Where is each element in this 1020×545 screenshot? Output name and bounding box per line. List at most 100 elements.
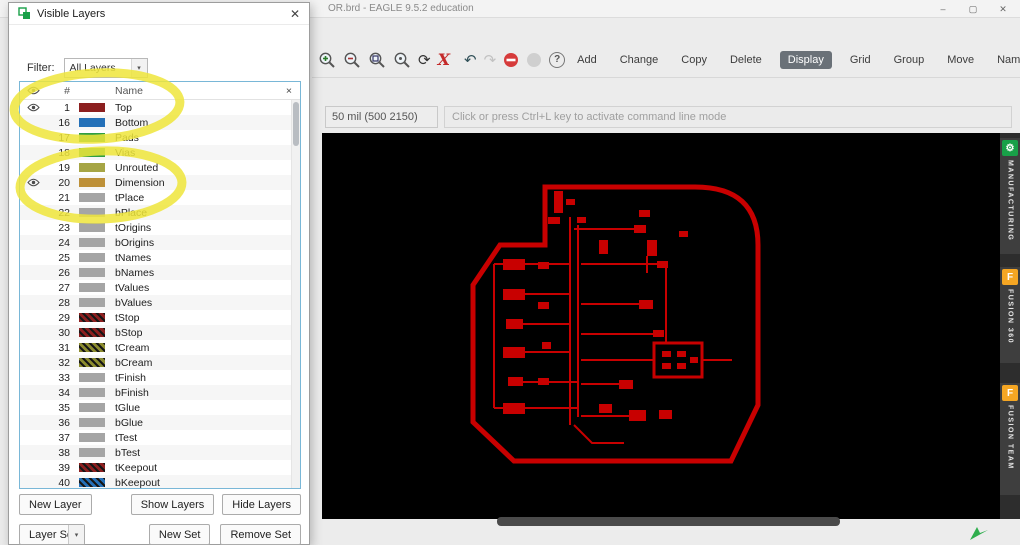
zoom-fit-icon[interactable]: [368, 50, 386, 70]
delete-x-icon[interactable]: X: [438, 50, 450, 70]
dialog-titlebar[interactable]: Visible Layers ✕: [9, 3, 309, 25]
layer-row[interactable]: 22 bPlace: [20, 205, 300, 220]
layer-row[interactable]: 24 bOrigins: [20, 235, 300, 250]
layer-row[interactable]: 38 bTest: [20, 445, 300, 460]
layer-name: tNames: [115, 251, 152, 264]
board-canvas[interactable]: [322, 133, 1000, 519]
layer-row[interactable]: 1 Top: [20, 100, 300, 115]
command-line-input[interactable]: [444, 106, 1012, 128]
tab-manufacturing[interactable]: ⚙ MANUFACTURING: [1000, 138, 1020, 254]
layer-color-swatch[interactable]: [79, 238, 105, 247]
layer-row[interactable]: 29 tStop: [20, 310, 300, 325]
layer-color-swatch[interactable]: [79, 433, 105, 442]
filter-dropdown[interactable]: All Layers ▾: [63, 58, 148, 78]
toolbar-button-group[interactable]: Group: [889, 51, 930, 69]
toolbar-button-change[interactable]: Change: [615, 51, 664, 69]
layer-color-swatch[interactable]: [79, 478, 105, 487]
layers-table-scrollbar[interactable]: [291, 100, 300, 488]
layer-row[interactable]: 21 tPlace: [20, 190, 300, 205]
undo-icon[interactable]: ↶: [464, 50, 477, 70]
layer-color-swatch[interactable]: [79, 388, 105, 397]
tab-fusion-360[interactable]: F FUSION 360: [1000, 267, 1020, 363]
layer-number: 18: [58, 146, 70, 159]
layer-color-swatch[interactable]: [79, 313, 105, 322]
layer-row[interactable]: 33 tFinish: [20, 370, 300, 385]
layer-row[interactable]: 37 tTest: [20, 430, 300, 445]
layer-row[interactable]: 34 bFinish: [20, 385, 300, 400]
new-layer-button[interactable]: New Layer: [19, 494, 92, 515]
layer-color-swatch[interactable]: [79, 283, 105, 292]
layer-row[interactable]: 30 bStop: [20, 325, 300, 340]
layer-row[interactable]: 19 Unrouted: [20, 160, 300, 175]
layer-visible-eye-icon[interactable]: [20, 103, 46, 112]
remove-set-button[interactable]: Remove Set: [220, 524, 301, 545]
layer-color-swatch[interactable]: [79, 403, 105, 412]
layer-color-swatch[interactable]: [79, 148, 105, 157]
minimize-icon[interactable]: –: [928, 0, 958, 18]
layer-row[interactable]: 26 bNames: [20, 265, 300, 280]
toolbar-button-name[interactable]: Name: [992, 51, 1020, 69]
layer-row[interactable]: 31 tCream: [20, 340, 300, 355]
layer-color-swatch[interactable]: [79, 178, 105, 187]
layer-row[interactable]: 25 tNames: [20, 250, 300, 265]
zoom-select-icon[interactable]: [393, 50, 411, 70]
scrollbar-thumb[interactable]: [293, 102, 299, 146]
layer-visible-eye-icon[interactable]: [20, 178, 46, 187]
layer-row[interactable]: 16 Bottom: [20, 115, 300, 130]
toolbar-button-move[interactable]: Move: [942, 51, 979, 69]
layer-color-swatch[interactable]: [79, 418, 105, 427]
close-icon[interactable]: ✕: [988, 0, 1018, 18]
new-set-button[interactable]: New Set: [148, 524, 211, 545]
toolbar-button-display[interactable]: Display: [779, 50, 832, 69]
layer-color-swatch[interactable]: [79, 358, 105, 367]
layer-color-swatch[interactable]: [79, 103, 105, 112]
layer-row[interactable]: 36 bGlue: [20, 415, 300, 430]
zoom-out-icon[interactable]: [343, 50, 361, 70]
layer-color-swatch[interactable]: [79, 448, 105, 457]
toolbar-button-copy[interactable]: Copy: [676, 51, 712, 69]
redraw-icon[interactable]: ⟳: [418, 50, 431, 70]
zoom-in-icon[interactable]: [318, 50, 336, 70]
layer-row[interactable]: 18 Vias: [20, 145, 300, 160]
toolbar-button-delete[interactable]: Delete: [725, 51, 767, 69]
tab-fusion-team[interactable]: F FUSION TEAM: [1000, 383, 1020, 495]
layer-color-swatch[interactable]: [79, 118, 105, 127]
layer-color-swatch[interactable]: [79, 463, 105, 472]
maximize-icon[interactable]: ▢: [958, 0, 988, 18]
stop-icon[interactable]: [503, 50, 519, 70]
layer-row[interactable]: 40 bKeepout: [20, 475, 300, 488]
layer-name: bValues: [115, 296, 153, 309]
layer-row[interactable]: 28 bValues: [20, 295, 300, 310]
dialog-close-icon[interactable]: ✕: [290, 7, 300, 21]
layer-row[interactable]: 20 Dimension: [20, 175, 300, 190]
layer-swatch-cell: [72, 238, 112, 247]
layer-color-swatch[interactable]: [79, 298, 105, 307]
visibility-column-eye-icon[interactable]: [20, 86, 46, 95]
hide-layers-button[interactable]: Hide Layers: [222, 494, 301, 515]
layer-color-swatch[interactable]: [79, 373, 105, 382]
layer-sets-dropdown[interactable]: Layer Sets ▾: [19, 524, 85, 545]
layer-color-swatch[interactable]: [79, 253, 105, 262]
layer-row[interactable]: 39 tKeepout: [20, 460, 300, 475]
toolbar-button-grid[interactable]: Grid: [845, 51, 876, 69]
layer-row[interactable]: 23 tOrigins: [20, 220, 300, 235]
layer-number: 17: [58, 131, 70, 144]
layer-row[interactable]: 35 tGlue: [20, 400, 300, 415]
toolbar-button-add[interactable]: Add: [572, 51, 602, 69]
layer-color-swatch[interactable]: [79, 133, 105, 142]
layer-color-swatch[interactable]: [79, 343, 105, 352]
layer-color-swatch[interactable]: [79, 268, 105, 277]
layer-color-swatch[interactable]: [79, 208, 105, 217]
help-icon[interactable]: ?: [549, 50, 566, 70]
redo-icon[interactable]: ↷: [484, 50, 497, 70]
layer-swatch-cell: [72, 193, 112, 202]
horizontal-scrollbar[interactable]: [497, 517, 840, 526]
show-layers-button[interactable]: Show Layers: [130, 494, 215, 515]
layer-color-swatch[interactable]: [79, 328, 105, 337]
layer-color-swatch[interactable]: [79, 163, 105, 172]
layer-color-swatch[interactable]: [79, 223, 105, 232]
layer-row[interactable]: 32 bCream: [20, 355, 300, 370]
layer-color-swatch[interactable]: [79, 193, 105, 202]
layer-row[interactable]: 27 tValues: [20, 280, 300, 295]
layer-row[interactable]: 17 Pads: [20, 130, 300, 145]
